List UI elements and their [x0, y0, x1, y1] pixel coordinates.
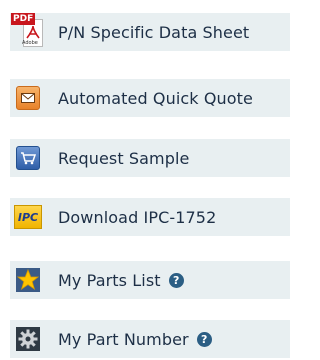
my-part-number-link[interactable]: My Part Number ?: [10, 320, 290, 358]
pdf-tag: PDF: [11, 13, 36, 25]
pn-specific-data-sheet-label: P/N Specific Data Sheet: [58, 22, 250, 42]
resource-links-list: PDF Adobe P/N Specific Data Sheet Automa…: [0, 0, 290, 360]
ipc-badge: IPC: [14, 205, 42, 229]
help-icon[interactable]: ?: [168, 272, 184, 288]
download-ipc-1752-label: Download IPC-1752: [58, 207, 217, 227]
my-parts-list-label: My Parts List: [58, 270, 161, 290]
cart-icon: [10, 139, 46, 177]
help-icon[interactable]: ?: [196, 331, 212, 347]
automated-quick-quote-link[interactable]: Automated Quick Quote: [10, 79, 290, 117]
star-icon: [10, 261, 46, 299]
adobe-caption: Adobe: [22, 40, 38, 46]
automated-quick-quote-label: Automated Quick Quote: [58, 88, 253, 108]
request-sample-link[interactable]: Request Sample: [10, 139, 290, 177]
download-ipc-1752-link[interactable]: IPC Download IPC-1752: [10, 198, 290, 236]
my-part-number-label: My Part Number: [58, 329, 189, 349]
request-sample-label: Request Sample: [58, 148, 190, 168]
gear-icon: [10, 320, 46, 358]
my-parts-list-link[interactable]: My Parts List ?: [10, 261, 290, 299]
mail-icon: [10, 79, 46, 117]
pdf-icon: PDF Adobe: [10, 13, 46, 51]
pn-specific-data-sheet-link[interactable]: PDF Adobe P/N Specific Data Sheet: [10, 13, 290, 51]
ipc-icon: IPC: [10, 198, 46, 236]
